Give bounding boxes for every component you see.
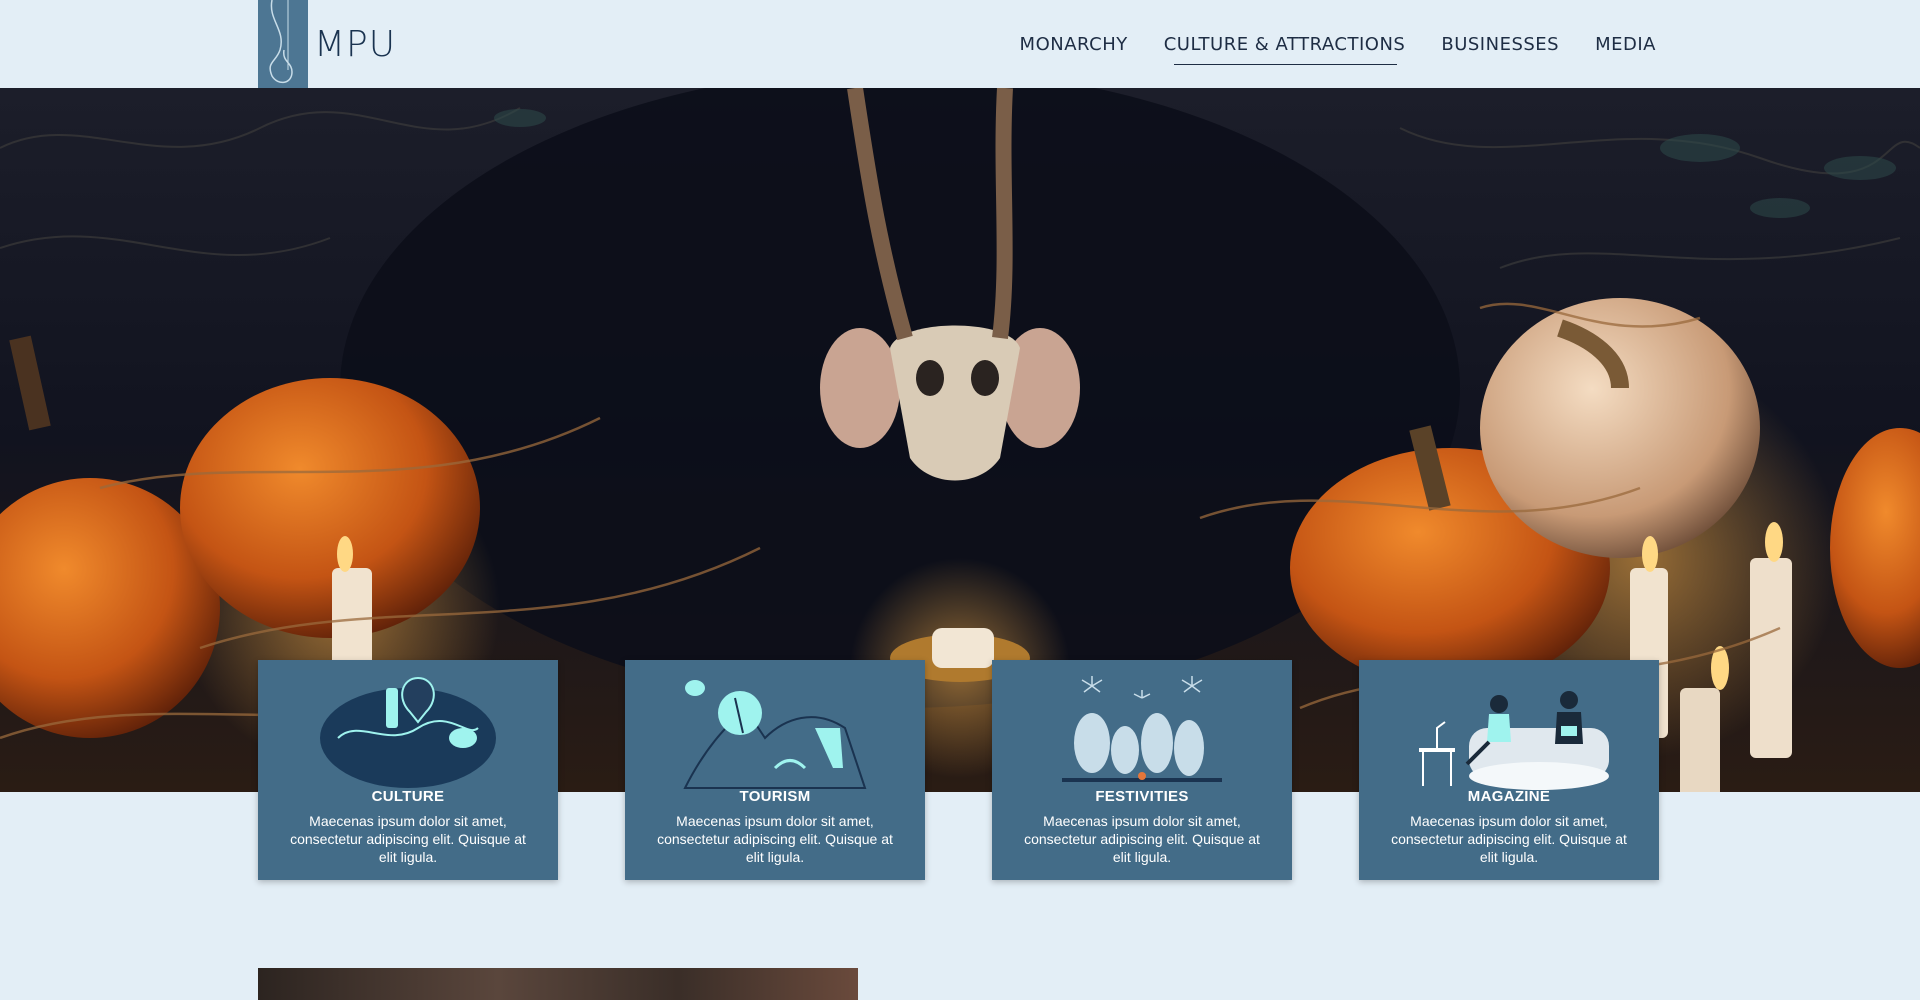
card-title: TOURISM (739, 788, 811, 805)
main-nav: MONARCHY CULTURE & ATTRACTIONS BUSINESSE… (1020, 0, 1656, 88)
nav-media[interactable]: MEDIA (1595, 28, 1656, 61)
card-title: FESTIVITIES (1095, 788, 1189, 805)
card-text: Maecenas ipsum dolor sit amet, consectet… (657, 813, 893, 865)
card-title: MAGAZINE (1467, 788, 1551, 805)
logo-link[interactable]: MPU (258, 0, 396, 88)
card-title: CULTURE (371, 788, 445, 805)
card-magazine[interactable]: MAGAZINE Maecenas ipsum dolor sit amet, … (1359, 660, 1659, 880)
nav-culture-attractions[interactable]: CULTURE & ATTRACTIONS (1164, 28, 1406, 65)
mountain-illustration-icon (683, 680, 867, 789)
card-text: Maecenas ipsum dolor sit amet, consectet… (1024, 813, 1260, 865)
nav-businesses[interactable]: BUSINESSES (1441, 28, 1559, 61)
card-festivities[interactable]: FESTIVITIES Maecenas ipsum dolor sit ame… (992, 660, 1292, 880)
site-header: MPU MONARCHY CULTURE & ATTRACTIONS BUSIN… (0, 0, 1920, 88)
brand-name: MPU (314, 23, 397, 65)
card-tourism[interactable]: TOURISM Maecenas ipsum dolor sit amet, c… (625, 660, 925, 880)
fireworks-illustration-icon (1062, 676, 1222, 782)
nav-monarchy[interactable]: MONARCHY (1020, 28, 1128, 61)
card-text: Maecenas ipsum dolor sit amet, consectet… (290, 813, 526, 865)
logo-mark-icon (258, 0, 308, 88)
reading-couch-illustration-icon (1419, 691, 1609, 790)
card-text: Maecenas ipsum dolor sit amet, consectet… (1391, 813, 1627, 865)
section-image (258, 968, 858, 1000)
card-culture[interactable]: CULTURE Maecenas ipsum dolor sit amet, c… (258, 660, 558, 880)
map-illustration-icon (320, 676, 496, 788)
